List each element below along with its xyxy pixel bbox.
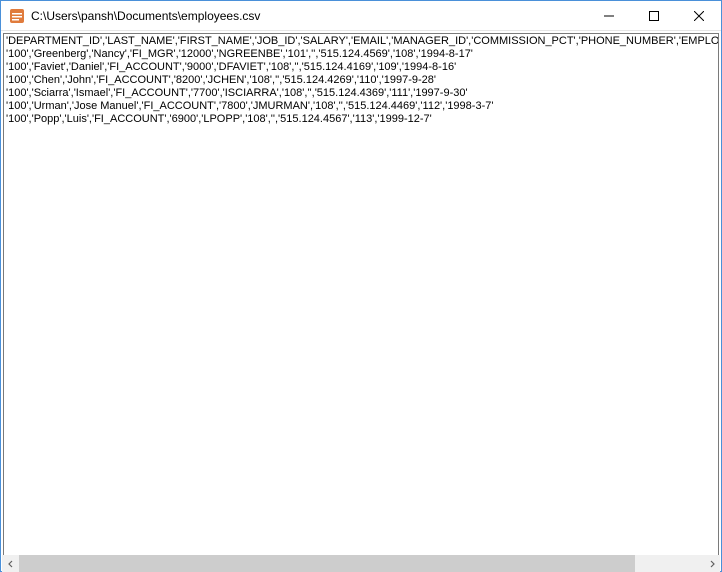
- text-viewer[interactable]: 'DEPARTMENT_ID','LAST_NAME','FIRST_NAME'…: [3, 33, 719, 556]
- scroll-right-arrow[interactable]: [703, 555, 720, 572]
- text-line: '100','Urman','Jose Manuel','FI_ACCOUNT'…: [6, 100, 716, 113]
- app-icon: [9, 8, 25, 24]
- maximize-button[interactable]: [631, 1, 676, 30]
- window-controls: [586, 1, 721, 30]
- minimize-button[interactable]: [586, 1, 631, 30]
- window-title: C:\Users\pansh\Documents\employees.csv: [31, 9, 586, 23]
- scroll-track[interactable]: [19, 555, 703, 572]
- scroll-thumb[interactable]: [19, 555, 635, 572]
- file-content: 'DEPARTMENT_ID','LAST_NAME','FIRST_NAME'…: [4, 34, 718, 127]
- text-line: '100','Faviet','Daniel','FI_ACCOUNT','90…: [6, 61, 716, 74]
- scroll-left-arrow[interactable]: [2, 555, 19, 572]
- horizontal-scrollbar[interactable]: [2, 555, 720, 572]
- text-line: '100','Popp','Luis','FI_ACCOUNT','6900',…: [6, 113, 716, 126]
- text-line: 'DEPARTMENT_ID','LAST_NAME','FIRST_NAME'…: [6, 35, 716, 48]
- text-line: '100','Sciarra','Ismael','FI_ACCOUNT','7…: [6, 87, 716, 100]
- text-line: '100','Chen','John','FI_ACCOUNT','8200',…: [6, 74, 716, 87]
- titlebar: C:\Users\pansh\Documents\employees.csv: [1, 1, 721, 31]
- text-line: '100','Greenberg','Nancy','FI_MGR','1200…: [6, 48, 716, 61]
- close-button[interactable]: [676, 1, 721, 30]
